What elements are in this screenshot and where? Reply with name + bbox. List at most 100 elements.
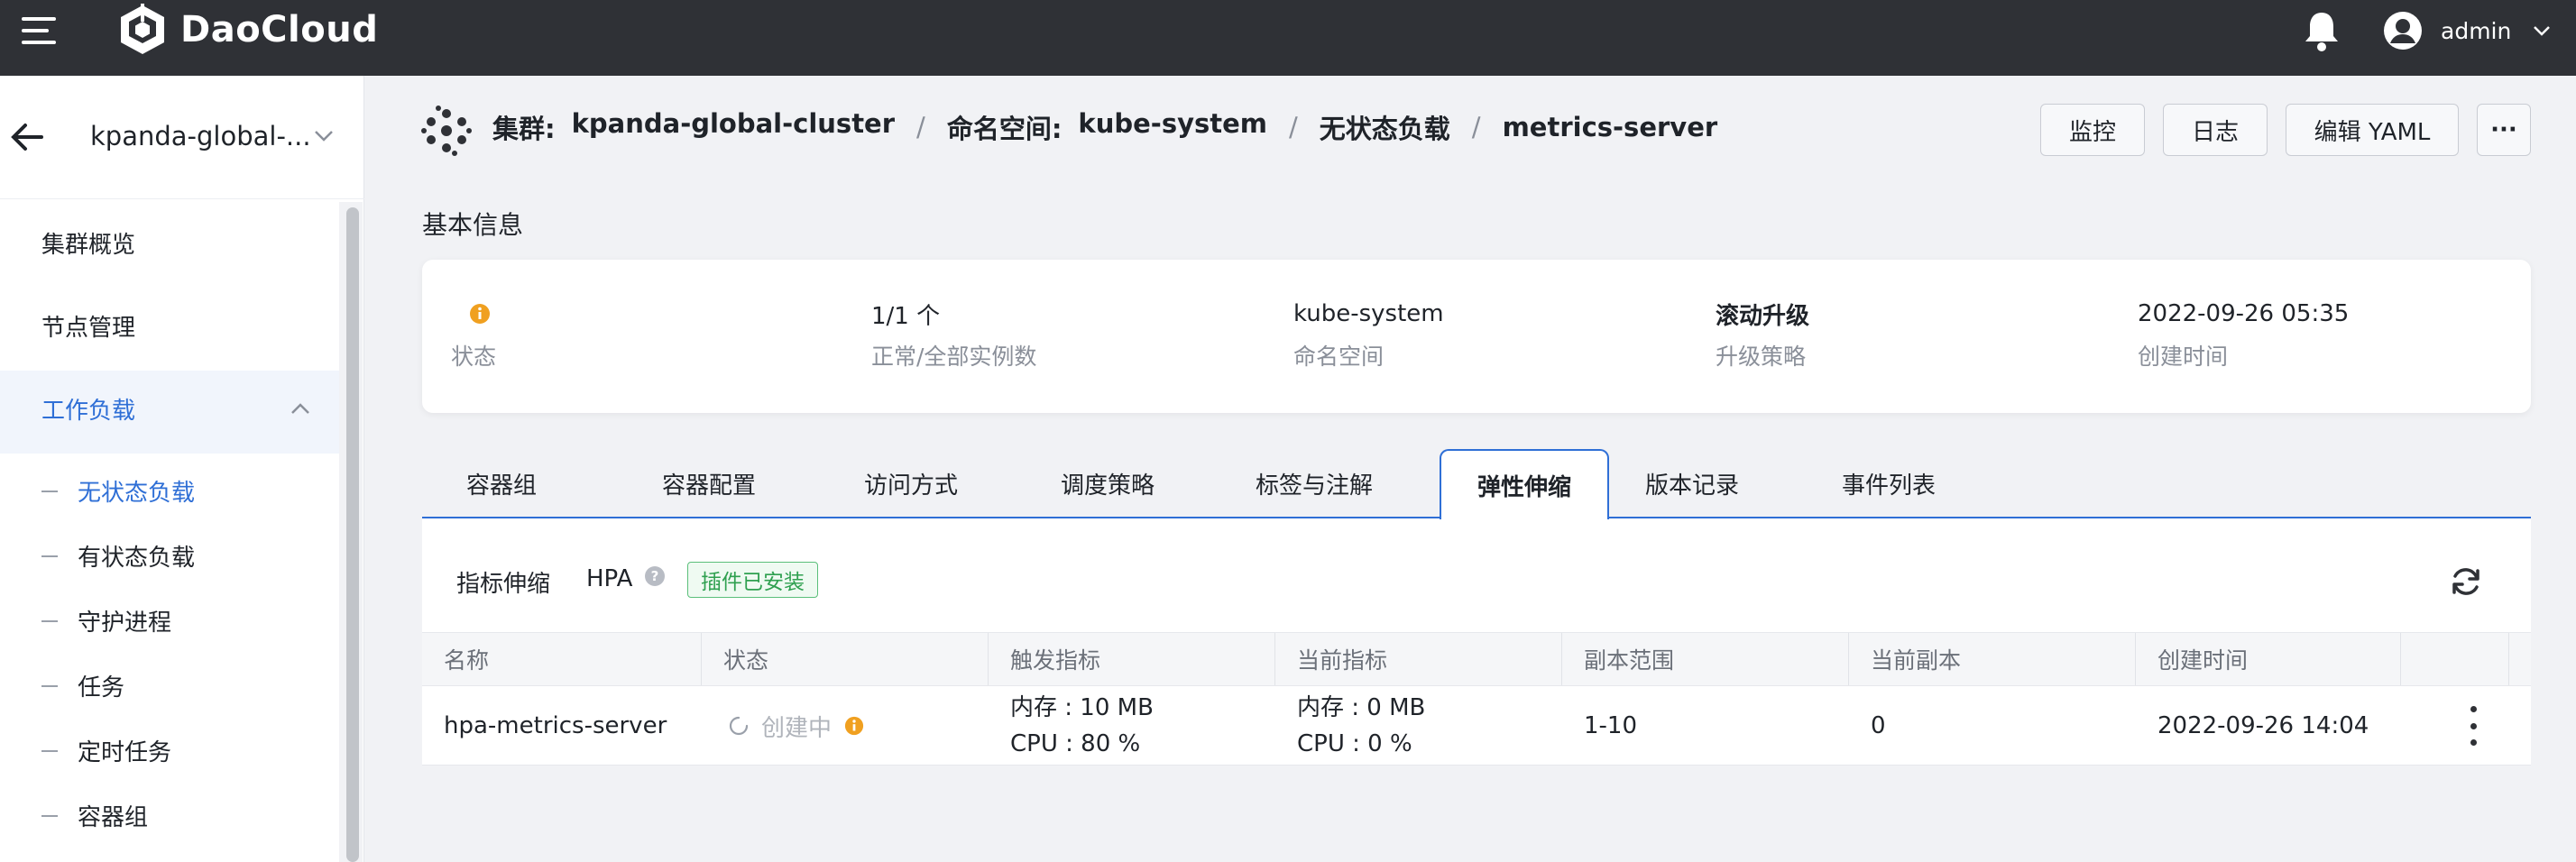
sidebar-scrollbar[interactable] [346,207,359,862]
info-label: 命名空间 [1293,344,1385,370]
cluster-selector[interactable]: kpanda-global-... [90,121,311,151]
info-replicas: 1/1 个 正常/全部实例数 [871,298,1036,371]
column-header-current[interactable]: 当前指标 [1275,633,1562,685]
tab-revisions[interactable]: 版本记录 [1629,449,1755,518]
sidebar-subitem-label: 无状态负载 [78,480,196,507]
breadcrumb: 集群: kpanda-global-cluster / 命名空间: kube-s… [492,108,1717,146]
info-status: 状态 [451,298,496,371]
info-label: 正常/全部实例数 [871,344,1037,370]
monitor-button[interactable]: 监控 [2040,104,2145,156]
menu-icon[interactable] [22,17,58,44]
sidebar-item-node-management[interactable]: 节点管理 [41,309,135,343]
logs-button[interactable]: 日志 [2163,104,2268,156]
sidebar: kpanda-global-... 集群概览 节点管理 工作负载 无状态负载 有… [0,76,364,862]
info-value: 滚动升级 [1716,302,1810,330]
sidebar-subitem-daemonsets[interactable]: 守护进程 [41,604,171,637]
more-actions-button[interactable]: ··· [2477,104,2531,156]
status-indicator [451,298,496,330]
cell-replica-range: 1-10 [1562,686,1849,766]
brand-logo[interactable]: DaoCloud [117,2,378,58]
hpa-label: HPA [586,565,633,592]
tab-bar: 容器组 容器配置 访问方式 调度策略 标签与注解 弹性伸缩 版本记录 事件列表 [422,449,2531,519]
cell-created: 2022-09-26 14:04 [2136,686,2401,766]
column-header-status[interactable]: 状态 [702,633,989,685]
row-actions-kebab-icon[interactable] [2462,706,2484,746]
sidebar-item-workloads[interactable]: 工作负载 [41,392,135,426]
svg-text:?: ? [651,568,659,584]
help-icon[interactable]: ? [644,565,666,587]
cell-status: 创建中 [702,686,989,766]
chevron-down-icon [2534,26,2551,36]
tab-access[interactable]: 访问方式 [848,449,974,518]
metric-scaling-title: 指标伸缩 [456,571,551,598]
cell-current-replicas: 0 [1849,686,2136,766]
created-time: 2022-09-26 14:04 [2157,712,2369,739]
cluster-icon [421,105,472,156]
column-header-current-replicas[interactable]: 当前副本 [1849,633,2136,685]
cell-trigger-metrics: 内存 : 10 MB CPU : 80 % [989,686,1275,766]
tab-labels-annotations[interactable]: 标签与注解 [1237,449,1391,518]
current-memory: 内存 : 0 MB [1297,694,1426,721]
info-strategy: 滚动升级 升级策略 [1716,298,1809,371]
table-row[interactable]: hpa-metrics-server 创建中 内存 : 10 MB CPU : … [422,686,2531,766]
tab-container-config[interactable]: 容器配置 [646,449,772,518]
column-header-created[interactable]: 创建时间 [2136,633,2401,685]
breadcrumb-separator: / [916,112,925,142]
info-label: 状态 [451,344,497,370]
sidebar-item-cluster-overview[interactable]: 集群概览 [41,226,135,260]
sidebar-subitem-label: 容器组 [78,804,149,831]
warning-info-icon[interactable] [844,716,864,736]
info-value: kube-system [1293,300,1444,327]
status-text: 创建中 [761,714,833,742]
tab-pods[interactable]: 容器组 [447,449,556,518]
info-namespace: kube-system 命名空间 [1293,298,1444,371]
breadcrumb-separator: / [1289,112,1298,142]
hpa-name[interactable]: hpa-metrics-server [444,708,702,744]
tab-autoscaling[interactable]: 弹性伸缩 [1440,449,1609,519]
info-created: 2022-09-26 05:35 创建时间 [2138,298,2349,371]
column-header-actions [2401,633,2509,685]
breadcrumb-current: metrics-server [1502,112,1718,142]
avatar-icon [2384,12,2422,50]
chevron-up-icon[interactable] [290,402,310,415]
loading-spinner-icon [729,716,749,736]
breadcrumb-value: kube-system [1078,108,1267,139]
table-header: 名称 状态 触发指标 当前指标 副本范围 当前副本 创建时间 [422,632,2531,686]
sidebar-subitem-label: 任务 [78,674,125,702]
column-header-name[interactable]: 名称 [422,633,702,685]
user-name: admin [2441,17,2512,44]
sidebar-subitem-label: 守护进程 [78,610,172,637]
breadcrumb-cluster[interactable]: 集群: kpanda-global-cluster [492,108,895,146]
tab-events[interactable]: 事件列表 [1826,449,1952,518]
breadcrumb-workload-type[interactable]: 无状态负载 [1320,108,1450,146]
sidebar-subitem-jobs[interactable]: 任务 [41,669,124,702]
back-arrow-icon[interactable] [9,121,45,153]
warning-info-icon[interactable] [469,303,491,325]
sidebar-subitem-label: 定时任务 [78,739,172,766]
column-header-range[interactable]: 副本范围 [1562,633,1849,685]
breadcrumb-namespace[interactable]: 命名空间: kube-system [947,108,1267,146]
current-replicas: 0 [1871,712,1886,739]
sidebar-subitem-pods[interactable]: 容器组 [41,799,148,832]
notification-bell-icon[interactable] [2302,9,2341,54]
info-value: 2022-09-26 05:35 [2138,300,2350,327]
brand-name: DaoCloud [180,9,379,50]
edit-yaml-button[interactable]: 编辑 YAML [2286,104,2459,156]
sidebar-subitem-deployments[interactable]: 无状态负载 [41,474,195,508]
breadcrumb-separator: / [1471,112,1481,142]
chevron-down-icon[interactable] [314,130,334,142]
basic-info-title: 基本信息 [422,210,524,240]
divider [0,198,364,199]
trigger-memory: 内存 : 10 MB [1010,694,1154,721]
cell-current-metrics: 内存 : 0 MB CPU : 0 % [1275,686,1562,766]
sidebar-subitem-cronjobs[interactable]: 定时任务 [41,734,171,767]
user-menu[interactable]: admin [2383,9,2551,52]
breadcrumb-key: 集群: [492,114,556,144]
refresh-icon[interactable] [2448,564,2484,600]
tab-scheduling[interactable]: 调度策略 [1044,449,1171,518]
info-label: 创建时间 [2138,344,2229,370]
column-header-trigger[interactable]: 触发指标 [989,633,1275,685]
sidebar-subitem-statefulsets[interactable]: 有状态负载 [41,539,195,573]
autoscaling-panel: 指标伸缩 HPA ? 插件已安装 名称 状态 触发指标 当前指标 副本范围 当前… [422,518,2531,766]
replica-range: 1-10 [1584,712,1638,739]
